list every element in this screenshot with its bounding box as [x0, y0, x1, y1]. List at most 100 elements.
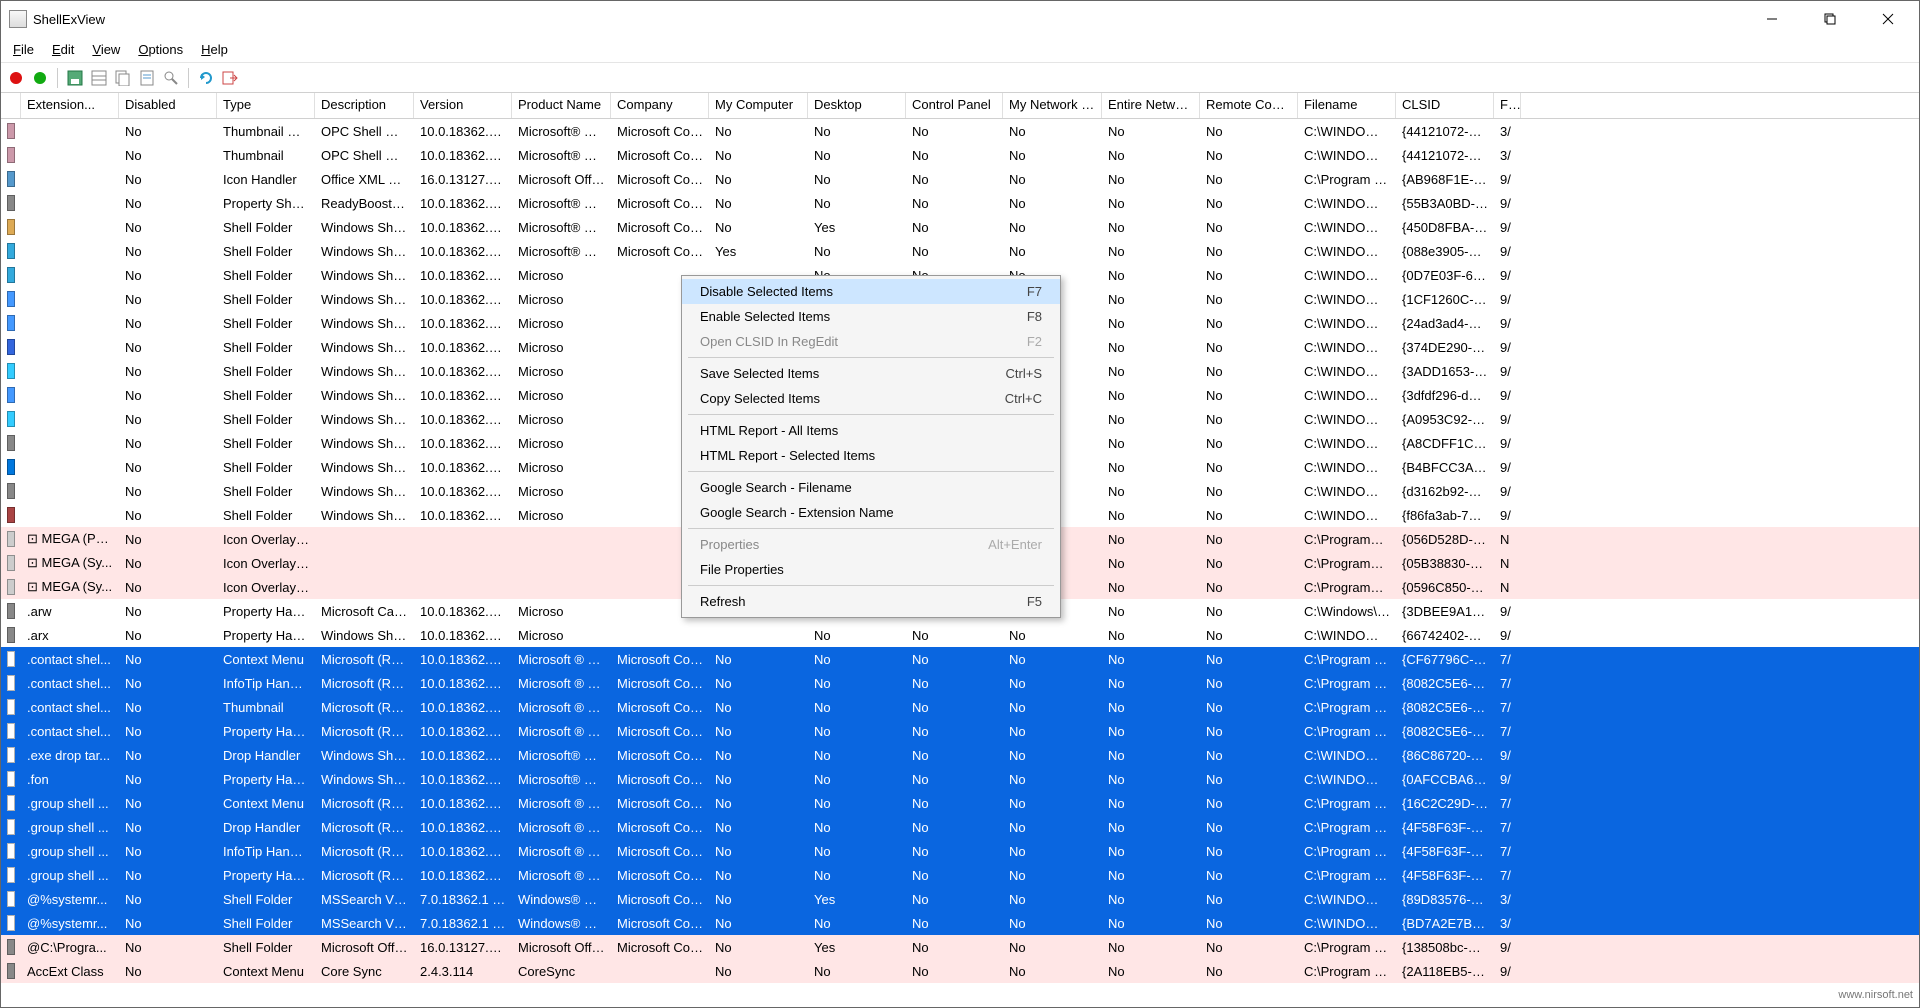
context-item[interactable]: Google Search - Filename	[682, 475, 1060, 500]
context-item[interactable]: Disable Selected ItemsF7	[682, 279, 1060, 304]
enable-icon[interactable]	[31, 69, 49, 87]
row-icon	[1, 145, 21, 165]
cell: C:\WINDOWS\...	[1298, 194, 1396, 213]
cell: Microsoft Cor...	[611, 650, 709, 669]
context-item[interactable]: RefreshF5	[682, 589, 1060, 614]
table-row[interactable]: @C:\Progra...NoShell FolderMicrosoft Off…	[1, 935, 1919, 959]
cell: No	[1200, 818, 1298, 837]
column-header[interactable]: Company	[611, 93, 709, 118]
context-item[interactable]: Copy Selected ItemsCtrl+C	[682, 386, 1060, 411]
table-row[interactable]: AccExt ClassNoContext MenuCore Sync2.4.3…	[1, 959, 1919, 983]
cell: Microso	[512, 602, 611, 621]
cell: Microsoft ® Wi...	[512, 842, 611, 861]
column-header[interactable]: Remote Comp...	[1200, 93, 1298, 118]
column-header[interactable]: Desktop	[808, 93, 906, 118]
context-item[interactable]: File Properties	[682, 557, 1060, 582]
cell: {55B3A0BD-4D...	[1396, 194, 1494, 213]
cell: 9/	[1494, 482, 1521, 501]
cell: No	[119, 242, 217, 261]
column-header[interactable]: Type	[217, 93, 315, 118]
copy-icon[interactable]	[114, 69, 132, 87]
cell: ⊡ MEGA (Sy...	[21, 553, 119, 573]
context-item[interactable]: HTML Report - Selected Items	[682, 443, 1060, 468]
table-row[interactable]: NoShell FolderWindows Shell...10.0.18362…	[1, 239, 1919, 263]
table-row[interactable]: .contact shel...NoProperty Hand...Micros…	[1, 719, 1919, 743]
data-grid[interactable]: Extension...DisabledTypeDescriptionVersi…	[1, 93, 1919, 989]
cell: Microso	[512, 458, 611, 477]
table-row[interactable]: @%systemr...NoShell FolderMSSearch Vist.…	[1, 911, 1919, 935]
cell: No	[906, 818, 1003, 837]
cell: 10.0.18362.959 ...	[414, 818, 512, 837]
menu-options[interactable]: Options	[130, 39, 191, 60]
column-header[interactable]: Fil...	[1494, 93, 1521, 118]
cell: 9/	[1494, 746, 1521, 765]
cell: Microsoft Offi...	[512, 170, 611, 189]
table-row[interactable]: .group shell ...NoInfoTip HandlerMicroso…	[1, 839, 1919, 863]
column-header[interactable]: Description	[315, 93, 414, 118]
column-header[interactable]: CLSID	[1396, 93, 1494, 118]
context-item[interactable]: HTML Report - All Items	[682, 418, 1060, 443]
column-header[interactable]: Extension...	[21, 93, 119, 118]
save-icon[interactable]	[66, 69, 84, 87]
cell: Microsoft® Wi...	[512, 218, 611, 237]
context-item[interactable]: Enable Selected ItemsF8	[682, 304, 1060, 329]
context-item[interactable]: Google Search - Extension Name	[682, 500, 1060, 525]
disable-icon[interactable]	[7, 69, 25, 87]
cell: InfoTip Handler	[217, 842, 315, 861]
cell: No	[906, 194, 1003, 213]
properties-icon[interactable]	[138, 69, 156, 87]
column-header[interactable]: Entire Network	[1102, 93, 1200, 118]
cell: 10.0.18362.107...	[414, 482, 512, 501]
column-header[interactable]: My Computer	[709, 93, 808, 118]
table-row[interactable]: .arxNoProperty Hand...Windows Shell...10…	[1, 623, 1919, 647]
column-header[interactable]: Product Name	[512, 93, 611, 118]
cell: No	[1102, 290, 1200, 309]
table-row[interactable]: NoIcon HandlerOffice XML Ha...16.0.13127…	[1, 167, 1919, 191]
table-row[interactable]: @%systemr...NoShell FolderMSSearch Vist.…	[1, 887, 1919, 911]
column-header[interactable]: Control Panel	[906, 93, 1003, 118]
maximize-button[interactable]	[1801, 3, 1859, 35]
cell: Windows Shell...	[315, 242, 414, 261]
table-row[interactable]: .contact shel...NoThumbnailMicrosoft (R)…	[1, 695, 1919, 719]
table-row[interactable]: NoShell FolderWindows Shell...10.0.18362…	[1, 215, 1919, 239]
column-header[interactable]: Version	[414, 93, 512, 118]
cell: No	[808, 818, 906, 837]
context-separator	[688, 414, 1054, 415]
column-header[interactable]: Filename	[1298, 93, 1396, 118]
close-button[interactable]	[1859, 3, 1917, 35]
table-row[interactable]: .group shell ...NoProperty Hand...Micros…	[1, 863, 1919, 887]
refresh-icon[interactable]	[197, 69, 215, 87]
table-row[interactable]: NoThumbnailOPC Shell Met...10.0.18362.1 …	[1, 143, 1919, 167]
cell: No	[808, 650, 906, 669]
cell: C:\WINDOWS\...	[1298, 746, 1396, 765]
context-item[interactable]: Save Selected ItemsCtrl+S	[682, 361, 1060, 386]
cell: Microsoft Cor...	[611, 818, 709, 837]
cell: C:\Program Fil...	[1298, 698, 1396, 717]
table-row[interactable]: .fonNoProperty Hand...Windows Shell...10…	[1, 767, 1919, 791]
column-header[interactable]	[1, 93, 21, 118]
cell: No	[119, 890, 217, 909]
table-row[interactable]: NoThumbnail Ha...OPC Shell Met...10.0.18…	[1, 119, 1919, 143]
menu-help[interactable]: Help	[193, 39, 236, 60]
column-header[interactable]: My Network Pl...	[1003, 93, 1102, 118]
table-row[interactable]: NoProperty SheetReadyBoost UI10.0.18362.…	[1, 191, 1919, 215]
table-row[interactable]: .contact shel...NoContext MenuMicrosoft …	[1, 647, 1919, 671]
table-row[interactable]: .group shell ...NoDrop HandlerMicrosoft …	[1, 815, 1919, 839]
exit-icon[interactable]	[221, 69, 239, 87]
minimize-button[interactable]	[1743, 3, 1801, 35]
find-icon[interactable]	[162, 69, 180, 87]
table-row[interactable]: .group shell ...NoContext MenuMicrosoft …	[1, 791, 1919, 815]
menu-view[interactable]: View	[84, 39, 128, 60]
cell: Shell Folder	[217, 914, 315, 933]
cell: No	[1003, 914, 1102, 933]
cell	[21, 153, 119, 157]
cell: No	[709, 674, 808, 693]
cell: {66742402-F9B...	[1396, 626, 1494, 645]
menu-edit[interactable]: Edit	[44, 39, 82, 60]
cell: {374DE290-13...	[1396, 338, 1494, 357]
table-row[interactable]: .exe drop tar...NoDrop HandlerWindows Sh…	[1, 743, 1919, 767]
grid-icon[interactable]	[90, 69, 108, 87]
column-header[interactable]: Disabled	[119, 93, 217, 118]
table-row[interactable]: .contact shel...NoInfoTip HandlerMicroso…	[1, 671, 1919, 695]
menu-file[interactable]: File	[5, 39, 42, 60]
